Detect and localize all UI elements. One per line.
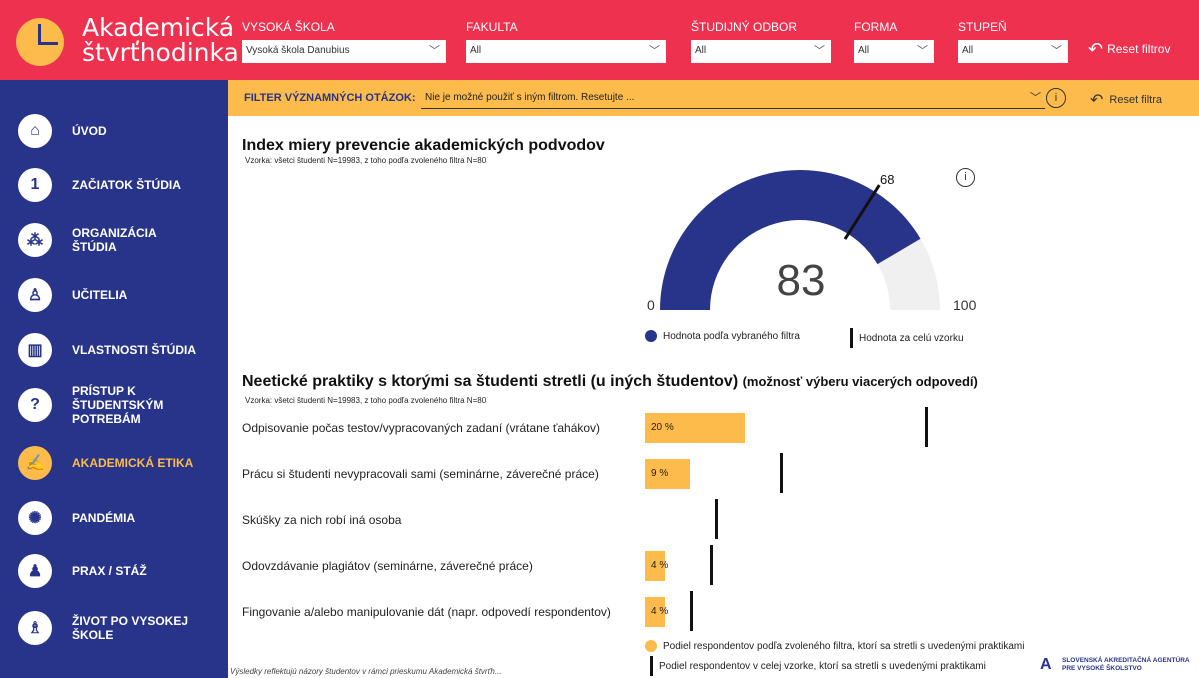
practices-sample-note: Vzorka: všetci študenti N=19983, z toho … (245, 396, 487, 405)
bar-legend-filter: Podiel respondentov podľa zvoleného filt… (645, 640, 1024, 652)
bar-total-marker (715, 499, 718, 539)
gauge-value: 83 (776, 256, 826, 305)
teacher-icon: ♙ (18, 278, 52, 312)
chat-person-icon: ? (18, 388, 52, 422)
app-title: Akademická štvrťhodinka (82, 13, 239, 67)
bar-filter-value[interactable]: 4 % (645, 551, 668, 581)
bar-filter-value[interactable]: 9 % (645, 459, 690, 489)
bar-total-marker (925, 407, 928, 447)
question-filter-bar: FILTER VÝZNAMNÝCH OTÁZOK: Nie je možné p… (228, 80, 1199, 116)
agency-logo[interactable]: A SLOVENSKÁ AKREDITAČNÁ AGENTÚRA PRE VYS… (1040, 656, 1190, 674)
number-one-icon: 1 (18, 168, 52, 202)
nav-item-akademicka-etika[interactable]: ✍ AKADEMICKÁ ETIKA (18, 446, 193, 480)
ethics-icon: ✍ (18, 446, 52, 480)
legend-line-icon (650, 656, 653, 676)
bar-filter-value[interactable]: 4 % (645, 597, 668, 627)
books-icon: ▥ (18, 333, 52, 367)
practices-title: Neetické praktiky s ktorými sa študenti … (242, 373, 978, 390)
question-filter-label: FILTER VÝZNAMNÝCH OTÁZOK: (244, 92, 416, 104)
filter-form-dropdown[interactable]: All ﹀ (854, 40, 934, 63)
chevron-down-icon: ﹀ (429, 45, 440, 57)
filter-university[interactable]: VYSOKÁ ŠKOLA Vysoká škola Danubius ﹀ (242, 20, 446, 63)
clock-hand (38, 24, 41, 44)
legend-dot-icon (645, 330, 657, 342)
chevron-down-icon: ﹀ (917, 45, 928, 57)
info-icon[interactable]: i (1046, 88, 1066, 108)
clock-hand (38, 42, 58, 45)
undo-arrow-icon: ↶ (1088, 39, 1104, 59)
gauge-legend-filter: Hodnota podľa vybraného filtra (645, 330, 800, 342)
home-icon: ⌂ (18, 114, 52, 148)
bar-category-label: Odovzdávanie plagiátov (seminárne, záver… (242, 559, 533, 573)
filter-faculty[interactable]: FAKULTA All ﹀ (466, 20, 666, 63)
network-icon: ⁂ (18, 223, 52, 257)
filter-degree-dropdown[interactable]: All ﹀ (958, 40, 1068, 63)
bar-category-label: Skúšky za nich robí iná osoba (242, 513, 402, 527)
bar-legend-total: Podiel respondentov v celej vzorke, ktor… (650, 656, 986, 676)
filter-form[interactable]: FORMA All ﹀ (854, 20, 934, 63)
question-filter-dropdown[interactable]: Nie je možné použiť s iným filtrom. Rese… (421, 88, 1045, 109)
chevron-down-icon: ﹀ (814, 45, 825, 57)
bar-total-marker (690, 591, 693, 631)
nav-item-pandemia[interactable]: ✺ PANDÉMIA (18, 501, 135, 535)
filter-faculty-dropdown[interactable]: All ﹀ (466, 40, 666, 63)
nav-item-zivot-po-vs[interactable]: ♗ ŽIVOT PO VYSOKEJ ŠKOLE (18, 611, 202, 645)
chevron-down-icon: ﹀ (1030, 92, 1041, 104)
bar-category-label: Prácu si študenti nevypracovali sami (se… (242, 467, 599, 481)
nav-item-zaciatok-studia[interactable]: 1 ZAČIATOK ŠTÚDIA (18, 168, 181, 202)
gauge-legend-total: Hodnota za celú vzorku (850, 328, 964, 348)
nav-item-uvod[interactable]: ⌂ ÚVOD (18, 114, 107, 148)
graduate-icon: ♗ (18, 611, 52, 645)
virus-icon: ✺ (18, 501, 52, 535)
footer-note: Výsledky reflektujú názory študentov v r… (230, 667, 502, 676)
bar-filter-value[interactable]: 20 % (645, 413, 745, 443)
filter-degree[interactable]: STUPEŇ All ﹀ (958, 20, 1068, 63)
gauge-min-label: 0 (647, 297, 655, 313)
info-icon[interactable]: i (956, 168, 975, 187)
index-title: Index miery prevencie akademických podvo… (242, 137, 605, 154)
filter-university-dropdown[interactable]: Vysoká škola Danubius ﹀ (242, 40, 446, 63)
legend-line-icon (850, 328, 853, 348)
legend-dot-icon (645, 640, 657, 652)
bar-total-marker (710, 545, 713, 585)
nav-item-ucitelia[interactable]: ♙ UČITELIA (18, 278, 127, 312)
bar-total-marker (780, 453, 783, 493)
nav-item-vlastnosti-studia[interactable]: ▥ VLASTNOSTI ŠTÚDIA (18, 333, 196, 367)
nav-item-pristup[interactable]: ? PRÍSTUP K ŠTUDENTSKÝM POTREBÁM (18, 384, 202, 426)
agency-logo-icon: A (1040, 656, 1052, 673)
filter-study-field[interactable]: ŠTUDIJNÝ ODBOR All ﹀ (691, 20, 831, 63)
undo-arrow-icon: ↶ (1090, 92, 1104, 109)
bar-category-label: Odpisovanie počas testov/vypracovaných z… (242, 421, 601, 435)
nav-item-organizacia-studia[interactable]: ⁂ ORGANIZÁCIA ŠTÚDIA (18, 223, 202, 257)
nav-item-prax-staz[interactable]: ♟ PRAX / STÁŽ (18, 554, 147, 588)
gauge-target-label: 68 (880, 172, 895, 187)
index-sample-note: Vzorka: všetci študenti N=19983, z toho … (245, 156, 487, 165)
chevron-down-icon: ﹀ (1051, 45, 1062, 57)
chevron-down-icon: ﹀ (649, 45, 660, 57)
gauge-max-label: 100 (953, 297, 977, 313)
reset-question-filter-button[interactable]: ↶ Reset filtra (1090, 90, 1162, 110)
filter-study-field-dropdown[interactable]: All ﹀ (691, 40, 831, 63)
reset-filters-button[interactable]: ↶ Reset filtrov (1088, 39, 1170, 59)
worker-icon: ♟ (18, 554, 52, 588)
bar-category-label: Fingovanie a/alebo manipulovanie dát (na… (242, 605, 611, 619)
